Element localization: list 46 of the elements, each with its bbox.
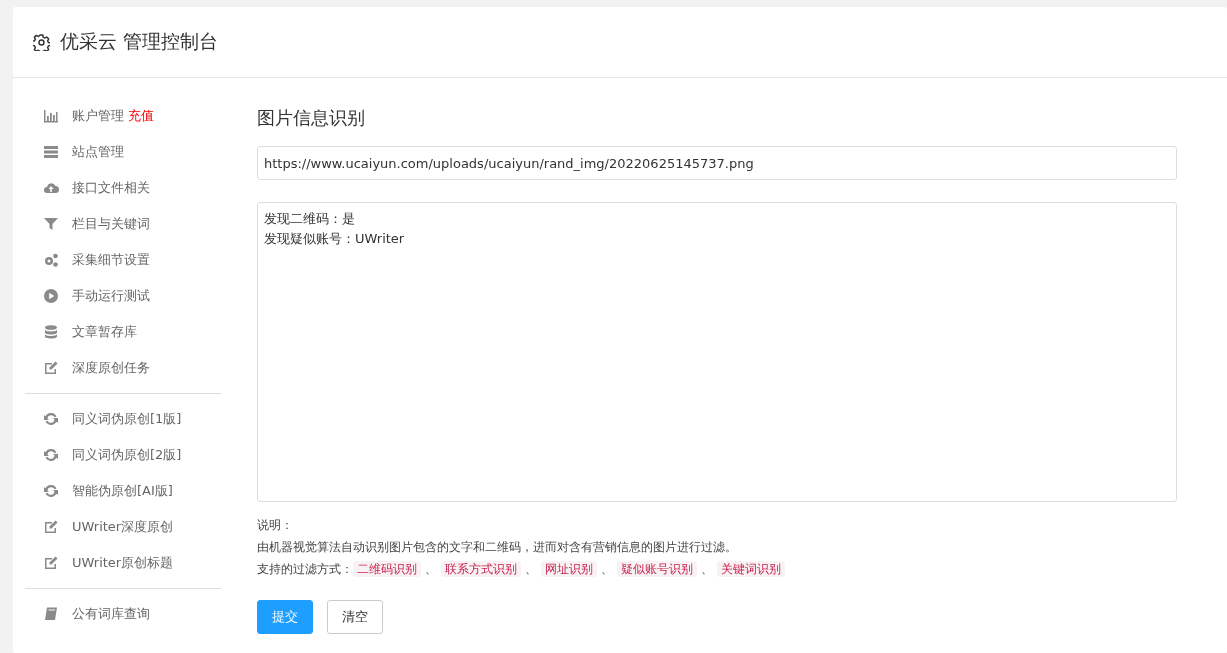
refresh-icon — [43, 411, 59, 427]
page-title: 优采云 管理控制台 — [60, 29, 219, 54]
separator-text: 、 — [701, 562, 713, 576]
cloud-upload-icon — [43, 180, 59, 196]
filter-icon — [43, 216, 59, 232]
sidebar-item[interactable]: 文章暂存库 — [13, 314, 221, 350]
sidebar-item[interactable]: 智能伪原创[AI版] — [13, 473, 221, 509]
database-icon — [43, 324, 59, 340]
sidebar-item[interactable]: 公有词库查询 — [13, 596, 221, 632]
gears-icon — [43, 252, 59, 268]
description-text: 由机器视觉算法自动识别图片包含的文字和二维码，进而对含有营销信息的图片进行过滤。 — [257, 539, 738, 556]
notes-heading: 说明： — [257, 517, 294, 534]
refresh-icon — [43, 483, 59, 499]
method-tag: 关键词识别 — [717, 561, 785, 577]
methods-label: 支持的过滤方式： — [257, 562, 353, 576]
sidebar-item[interactable]: UWriter原创标题 — [13, 545, 221, 581]
edit-icon — [43, 555, 59, 571]
server-icon — [43, 144, 59, 160]
edit-icon — [43, 519, 59, 535]
sidebar-item[interactable]: 接口文件相关 — [13, 170, 221, 206]
result-text-area[interactable]: 发现二维码：是 发现疑似账号：UWriter — [257, 202, 1177, 502]
refresh-icon — [43, 447, 59, 463]
settings-icon — [33, 33, 50, 51]
book-icon — [43, 606, 59, 622]
sidebar-item[interactable]: 同义词伪原创[1版] — [13, 401, 221, 437]
sidebar-item[interactable]: UWriter深度原创 — [13, 509, 221, 545]
sidebar-item[interactable]: 站点管理 — [13, 134, 221, 170]
sidebar-item[interactable]: 栏目与关键词 — [13, 206, 221, 242]
sidebar-item[interactable]: 手动运行测试 — [13, 278, 221, 314]
bar-chart-icon — [43, 108, 59, 124]
section-title: 图片信息识别 — [257, 106, 366, 130]
method-tag: 联系方式识别 — [441, 561, 521, 577]
method-tag: 疑似账号识别 — [617, 561, 697, 577]
play-icon — [43, 288, 59, 304]
sidebar-item[interactable]: 深度原创任务 — [13, 350, 221, 386]
edit-icon — [43, 360, 59, 376]
method-tag: 网址识别 — [541, 561, 597, 577]
sidebar-item[interactable]: 账户管理 充值 — [13, 98, 221, 134]
separator-text: 、 — [601, 562, 613, 576]
separator-text: 、 — [525, 562, 537, 576]
url-input-field[interactable]: https://www.ucaiyun.com/uploads/ucaiyun/rand_img/20220625145737.png — [257, 146, 1177, 180]
clear-button[interactable]: 清空 — [327, 600, 383, 634]
sidebar-item[interactable]: 采集细节设置 — [13, 242, 221, 278]
separator-text: 、 — [425, 562, 437, 576]
sidebar-item[interactable]: 同义词伪原创[2版] — [13, 437, 221, 473]
method-tag: 二维码识别 — [353, 561, 421, 577]
